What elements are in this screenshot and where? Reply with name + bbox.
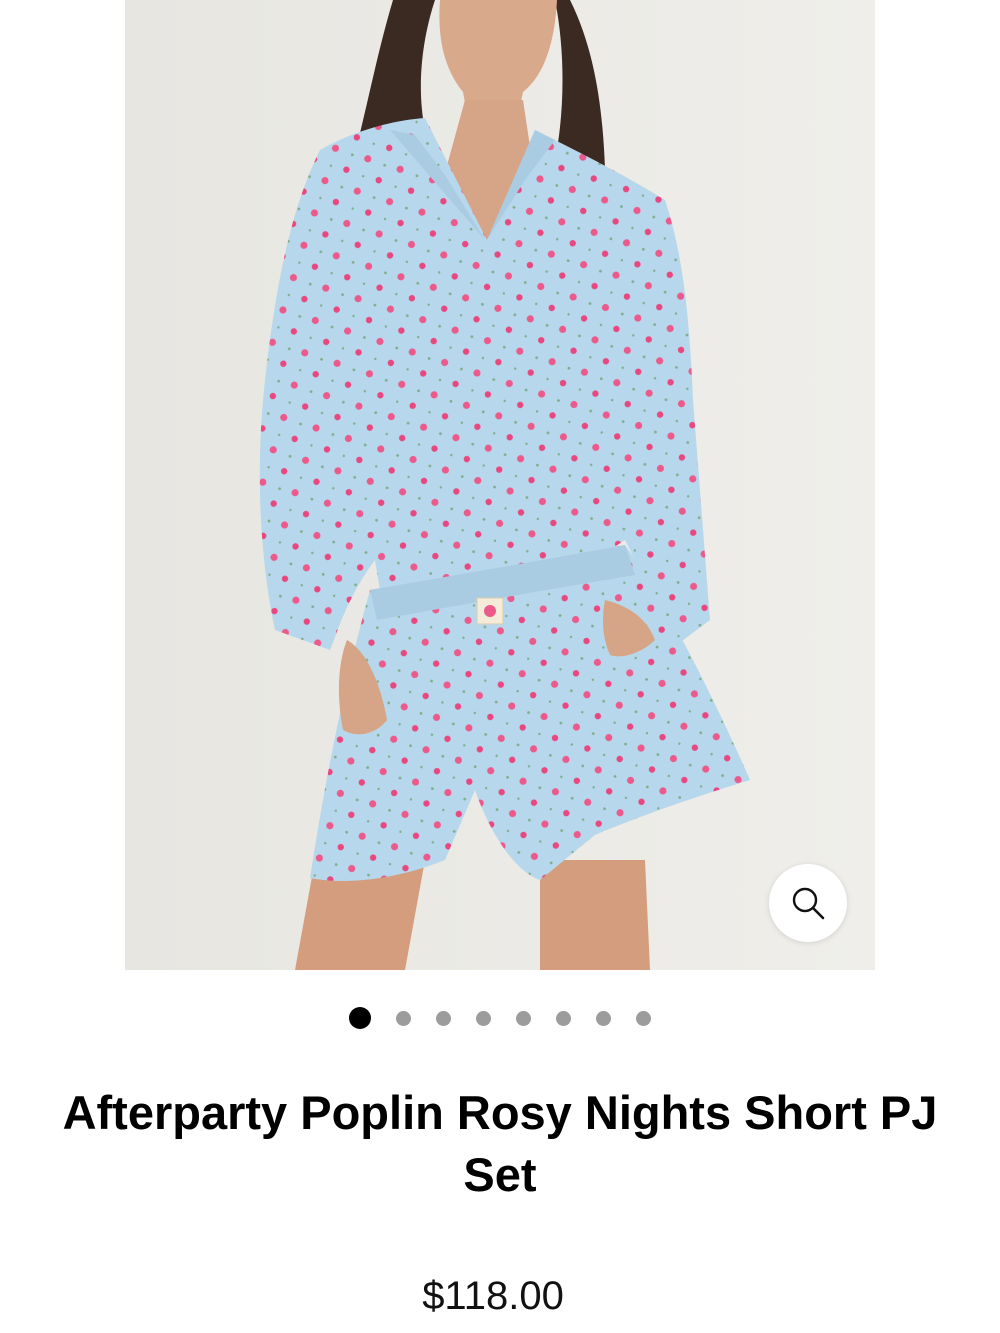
search-icon: [788, 883, 828, 923]
product-photo: [125, 0, 875, 970]
product-price: $118.00: [422, 1274, 564, 1318]
gallery-pagination: [0, 1006, 1000, 1030]
gallery-dot-7[interactable]: [595, 1010, 611, 1026]
product-title: Afterparty Poplin Rosy Nights Short PJ S…: [62, 1086, 938, 1201]
gallery-dot-5[interactable]: [515, 1010, 531, 1026]
zoom-button[interactable]: [769, 864, 847, 942]
gallery-dot-4[interactable]: [475, 1010, 491, 1026]
gallery-dot-2[interactable]: [395, 1010, 411, 1026]
gallery-dot-6[interactable]: [555, 1010, 571, 1026]
gallery-dot-3[interactable]: [435, 1010, 451, 1026]
gallery-dot-8[interactable]: [635, 1010, 651, 1026]
product-page: Afterparty Poplin Rosy Nights Short PJ S…: [0, 0, 1000, 1333]
gallery-dot-1[interactable]: [349, 1007, 371, 1029]
product-image[interactable]: [125, 0, 875, 970]
